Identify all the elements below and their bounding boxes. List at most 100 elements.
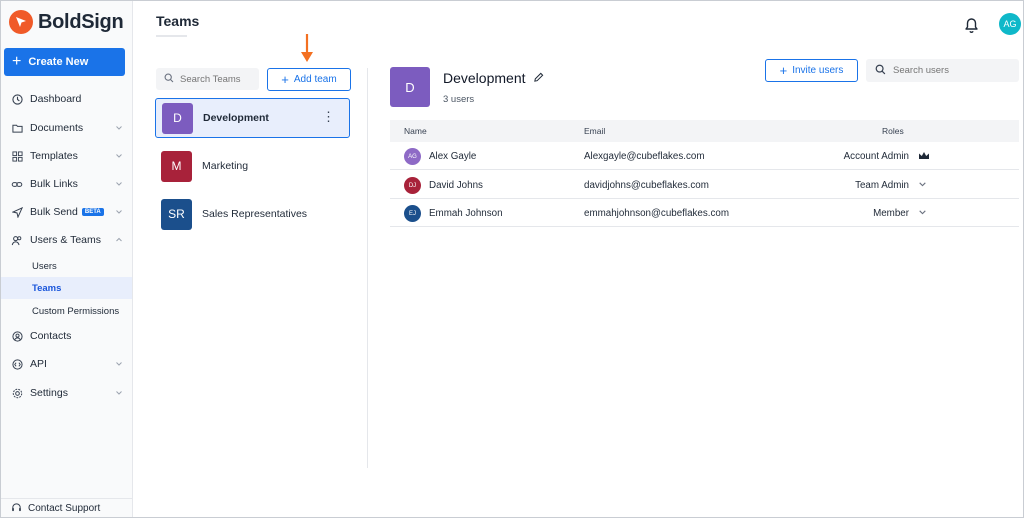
sidebar-item-label: Settings [30, 387, 68, 399]
team-badge: SR [161, 198, 192, 230]
team-user-count: 3 users [443, 94, 475, 105]
sidebar-item-label: Dashboard [30, 93, 82, 105]
team-name: Sales Representatives [202, 208, 308, 220]
team-card-marketing[interactable]: M Marketing [155, 146, 350, 186]
column-header-roles: Roles [882, 126, 904, 136]
create-new-button[interactable]: + Create New [4, 48, 125, 76]
sidebar-item-bulk-links[interactable]: Bulk Links [1, 173, 132, 195]
search-icon [875, 62, 886, 80]
member-email: Alexgayle@cubeflakes.com [584, 151, 705, 162]
api-icon [11, 358, 23, 370]
chevron-down-icon [115, 359, 123, 371]
headset-icon [11, 502, 22, 516]
search-users-input[interactable] [866, 59, 1019, 82]
sidebar-item-templates[interactable]: Templates [1, 145, 132, 167]
contacts-icon [11, 330, 23, 342]
clock-icon [11, 93, 23, 105]
plus-icon: + [12, 53, 22, 70]
send-icon [11, 206, 23, 218]
member-email: davidjohns@cubeflakes.com [584, 180, 709, 191]
sidebar-item-label: Users & Teams [30, 234, 101, 246]
team-name: Development [203, 112, 269, 124]
invite-users-button[interactable]: + Invite users [765, 59, 858, 82]
member-avatar: EJ [404, 205, 421, 222]
gear-icon [11, 387, 23, 399]
sidebar-item-users-teams[interactable]: Users & Teams [1, 229, 132, 251]
title-underline [156, 35, 187, 37]
chevron-down-icon [115, 179, 123, 191]
chevron-down-icon [115, 207, 123, 219]
search-teams-input[interactable] [156, 68, 260, 90]
table-row[interactable]: EJ Emmah Johnson emmahjohnson@cubeflakes… [390, 199, 1019, 227]
chevron-down-icon[interactable] [918, 180, 927, 192]
beta-badge: BETA [81, 208, 104, 216]
member-role[interactable]: Member [873, 208, 909, 219]
grid-icon [11, 150, 23, 162]
member-avatar: DJ [404, 177, 421, 194]
search-teams-field[interactable] [180, 73, 260, 85]
sidebar-item-label: Templates [30, 150, 78, 162]
team-name: Marketing [202, 160, 249, 172]
crown-icon [918, 151, 930, 164]
column-header-name: Name [404, 126, 427, 136]
contact-support-label: Contact Support [28, 503, 101, 514]
sidebar-subitem-custom-permissions[interactable]: Custom Permissions [1, 300, 132, 322]
chevron-down-icon[interactable] [918, 208, 927, 220]
sidebar-subitem-teams[interactable]: Teams [1, 277, 132, 299]
sidebar-item-settings[interactable]: Settings [1, 382, 132, 404]
sidebar-subitem-users[interactable]: Users [1, 255, 132, 277]
team-detail-name: Development [443, 70, 526, 86]
folder-icon [11, 122, 23, 134]
member-name: Emmah Johnson [429, 208, 503, 219]
chevron-down-icon [115, 123, 123, 135]
chevron-up-icon [115, 235, 123, 247]
column-header-email: Email [584, 126, 606, 136]
app-logo[interactable]: BoldSign [9, 10, 124, 34]
members-table-header: Name Email Roles [390, 120, 1019, 142]
member-email: emmahjohnson@cubeflakes.com [584, 208, 729, 219]
table-row[interactable]: DJ David Johns davidjohns@cubeflakes.com… [390, 171, 1019, 199]
table-row[interactable]: AG Alex Gayle Alexgayle@cubeflakes.com A… [390, 142, 1019, 170]
plus-icon: + [281, 72, 289, 87]
boldsign-logo-icon [9, 10, 33, 34]
add-team-button[interactable]: + Add team [267, 68, 351, 91]
search-users-field[interactable] [893, 65, 1013, 76]
edit-pencil-icon[interactable] [533, 70, 544, 86]
create-new-label: Create New [28, 56, 89, 68]
invite-users-label: Invite users [792, 65, 844, 76]
search-icon [164, 70, 174, 88]
sidebar-item-documents[interactable]: Documents [1, 117, 132, 139]
link-icon [11, 178, 23, 190]
sidebar-item-label: Bulk Send [30, 206, 78, 218]
sidebar-item-dashboard[interactable]: Dashboard [1, 88, 132, 110]
team-badge: D [162, 102, 193, 134]
more-options-icon[interactable]: ⋮ [322, 110, 335, 123]
team-badge: M [161, 150, 192, 182]
member-name: David Johns [429, 180, 483, 191]
user-avatar[interactable]: AG [999, 13, 1021, 35]
team-card-development[interactable]: D Development ⋮ [155, 98, 350, 138]
panel-divider [367, 68, 368, 468]
bell-icon[interactable] [963, 16, 980, 39]
team-card-sales-representatives[interactable]: SR Sales Representatives [155, 194, 350, 234]
member-role[interactable]: Team Admin [855, 180, 909, 191]
users-icon [11, 234, 23, 246]
sidebar-item-bulk-send[interactable]: Bulk Send BETA [1, 201, 132, 223]
page-title: Teams [156, 13, 200, 29]
sidebar: BoldSign + Create New Dashboard Document… [1, 1, 133, 517]
add-team-label: Add team [293, 74, 337, 85]
sidebar-item-contacts[interactable]: Contacts [1, 325, 132, 347]
app-name: BoldSign [38, 10, 124, 33]
sidebar-item-label: Documents [30, 122, 84, 134]
member-role: Account Admin [843, 151, 909, 162]
member-name: Alex Gayle [429, 151, 477, 162]
sidebar-item-label: API [30, 358, 47, 370]
sidebar-item-label: Bulk Links [30, 178, 78, 190]
chevron-down-icon [115, 388, 123, 400]
arrow-down-icon [300, 34, 314, 71]
team-detail-badge: D [390, 67, 430, 107]
sidebar-item-api[interactable]: API [1, 353, 132, 375]
member-avatar: AG [404, 148, 421, 165]
contact-support-link[interactable]: Contact Support [1, 498, 132, 518]
sidebar-item-label: Contacts [30, 330, 72, 342]
